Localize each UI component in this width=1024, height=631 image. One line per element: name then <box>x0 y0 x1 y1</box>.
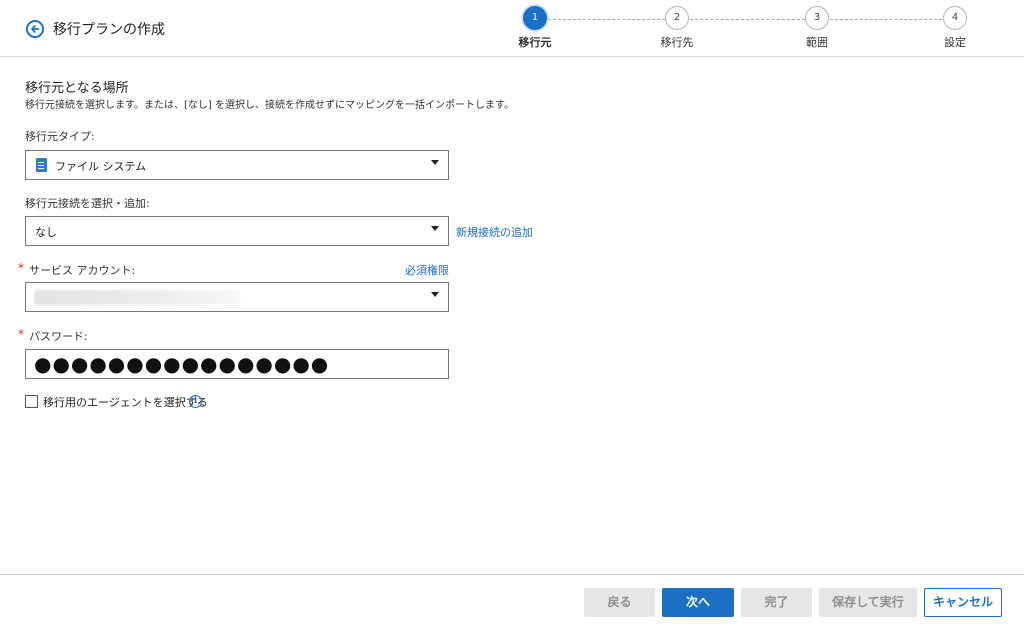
service-account-label: サービス アカウント: <box>29 264 136 277</box>
step-number: 4 <box>943 6 967 30</box>
page-title: 移行プランの作成 <box>53 22 165 38</box>
connection-select[interactable]: なし <box>25 216 449 246</box>
back-arrow-icon[interactable] <box>26 20 44 38</box>
step-label: 範囲 <box>806 36 828 49</box>
step-scope: 3 範囲 <box>787 6 847 50</box>
dropdown-caret-icon <box>431 292 439 297</box>
add-connection-link[interactable]: 新規接続の追加 <box>456 224 533 240</box>
password-label: パスワード: <box>29 330 88 343</box>
progress-stepper: 1 移行元 2 移行先 3 範囲 4 設定 <box>515 6 985 52</box>
cancel-button[interactable]: キャンセル <box>924 588 1002 617</box>
connection-label: 移行元接続を選択・追加: <box>25 197 150 210</box>
section-description: 移行元接続を選択します。または、[なし] を選択し、接続を作成せずにマッピングを… <box>25 100 514 111</box>
page-header: 移行プランの作成 1 移行元 2 移行先 3 範囲 4 設定 <box>0 0 1024 57</box>
required-marker: * <box>18 261 24 275</box>
connection-value: なし <box>35 226 57 239</box>
required-permissions-link[interactable]: 必須権限 <box>405 262 449 278</box>
section-title: 移行元となる場所 <box>25 81 129 96</box>
next-button[interactable]: 次へ <box>662 588 734 617</box>
redacted-account-value <box>34 290 240 305</box>
back-button[interactable]: 戻る <box>584 588 655 617</box>
required-marker: * <box>18 327 24 341</box>
select-agent-checkbox[interactable] <box>25 395 38 408</box>
step-label: 設定 <box>944 36 966 49</box>
footer-actions: 戻る 次へ 完了 保存して実行 キャンセル <box>0 574 1024 631</box>
step-label: 移行元 <box>518 36 552 49</box>
dropdown-caret-icon <box>431 226 439 231</box>
step-number: 3 <box>805 6 829 30</box>
step-number: 1 <box>523 6 547 30</box>
service-account-select[interactable] <box>25 282 449 312</box>
info-icon[interactable]: i <box>189 395 202 408</box>
save-and-run-button[interactable]: 保存して実行 <box>819 588 917 617</box>
source-type-value: ファイル システム <box>55 160 147 173</box>
select-agent-label: 移行用のエージェントを選択する <box>43 396 208 409</box>
step-settings: 4 設定 <box>925 6 985 50</box>
step-source: 1 移行元 <box>505 6 565 50</box>
step-destination: 2 移行先 <box>647 6 707 50</box>
source-type-select[interactable]: ファイル システム <box>25 150 449 180</box>
finish-button[interactable]: 完了 <box>741 588 812 617</box>
password-field[interactable]: ●●●●●●●●●●●●●●●● <box>25 349 449 379</box>
source-type-label: 移行元タイプ: <box>25 130 95 143</box>
dropdown-caret-icon <box>431 160 439 165</box>
step-label: 移行先 <box>660 36 694 49</box>
file-system-icon <box>36 158 47 172</box>
step-number: 2 <box>665 6 689 30</box>
